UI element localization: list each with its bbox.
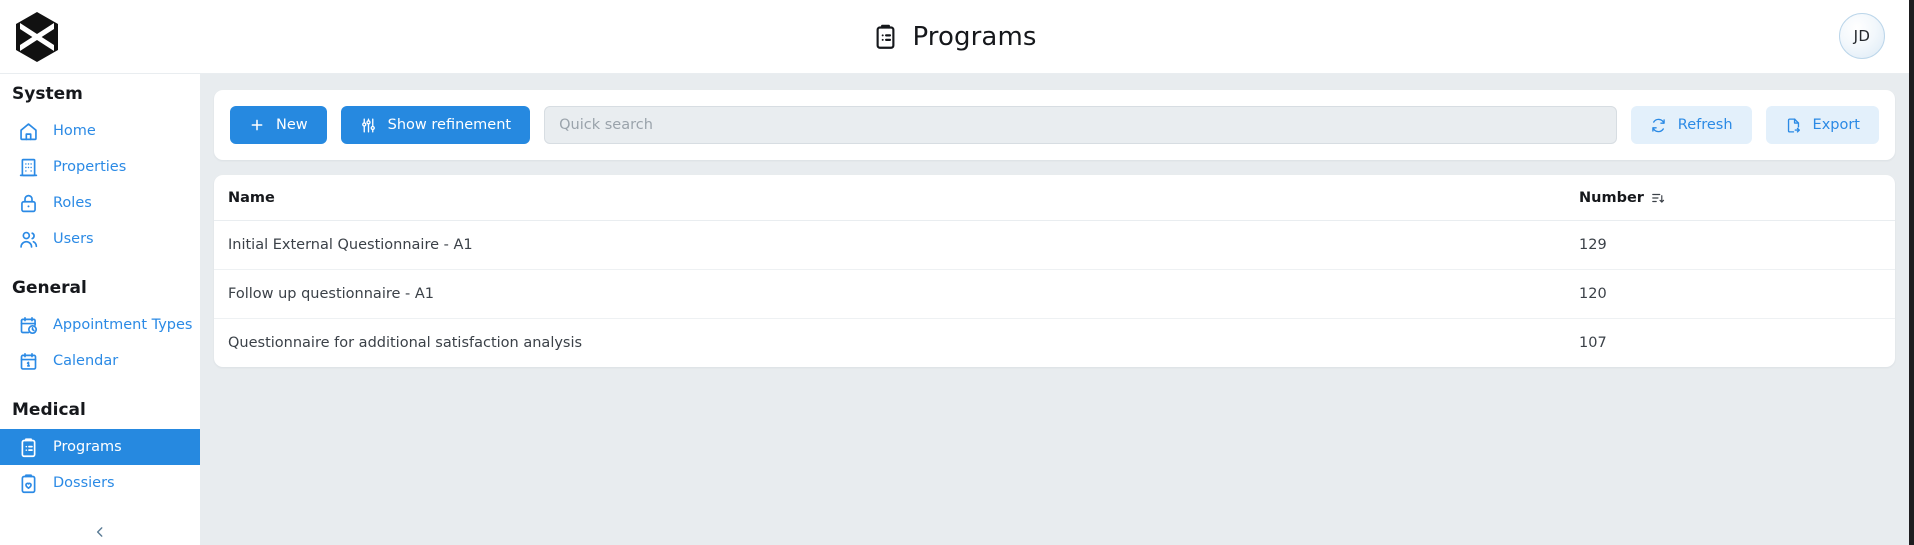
sidebar-item-label: Home <box>53 123 96 139</box>
clipboard-heart-icon <box>21 473 36 493</box>
sidebar: System Home Properties Roles Users Gener… <box>0 74 200 545</box>
column-header-name-label: Name <box>228 190 275 206</box>
table-row[interactable]: Questionnaire for additional satisfactio… <box>214 319 1895 368</box>
logo-area[interactable] <box>0 11 200 63</box>
plus-icon <box>251 119 263 131</box>
content-area: New Show refinement Quick search Refresh… <box>200 74 1909 545</box>
file-export-icon <box>1787 117 1800 133</box>
refresh-button-label: Refresh <box>1677 117 1733 133</box>
export-button[interactable]: Export <box>1765 106 1879 144</box>
sidebar-collapse-button[interactable] <box>0 517 200 545</box>
app-header: Programs JD <box>0 0 1909 74</box>
cell-name: Initial External Questionnaire - A1 <box>214 220 1565 270</box>
column-header-number-label: Number <box>1579 190 1644 206</box>
nav-group-system: System Home Properties Roles Users <box>0 84 200 257</box>
table-header-row: Name Number <box>214 175 1895 221</box>
cell-number: 129 <box>1565 220 1895 270</box>
users-icon <box>20 231 38 248</box>
cell-number: 107 <box>1579 335 1607 351</box>
show-refinement-button-label: Show refinement <box>387 117 512 133</box>
sidebar-item-properties[interactable]: Properties <box>0 149 200 185</box>
page-title: Programs <box>0 22 1909 52</box>
refresh-button[interactable]: Refresh <box>1630 106 1752 144</box>
sort-descending-icon <box>1652 193 1665 203</box>
new-button-label: New <box>276 117 308 133</box>
refresh-icon <box>1651 118 1665 132</box>
app-window: Programs JD System Home Properties Roles… <box>0 0 1914 545</box>
sidebar-item-label: Appointment Types <box>53 317 193 333</box>
nav-group-medical: Medical Programs Dossiers <box>0 400 200 501</box>
sidebar-item-users[interactable]: Users <box>0 221 200 257</box>
sidebar-item-label: Calendar <box>53 353 119 369</box>
nav-group-title-system: System <box>12 84 83 104</box>
table-head: Name Number <box>214 175 1895 221</box>
sidebar-item-label: Programs <box>53 439 122 455</box>
clipboard-list-icon <box>21 437 36 457</box>
nav-group-title-medical: Medical <box>12 400 86 420</box>
sidebar-item-calendar[interactable]: Calendar <box>0 343 200 379</box>
sidebar-item-roles[interactable]: Roles <box>0 185 200 221</box>
sidebar-item-label: Properties <box>53 159 127 175</box>
column-header-name[interactable]: Name <box>214 175 1565 221</box>
building-icon <box>19 158 38 176</box>
cell-number: 120 <box>1565 269 1895 319</box>
export-button-label: Export <box>1812 117 1860 133</box>
sidebar-item-home[interactable]: Home <box>0 113 200 149</box>
avatar-initials: JD <box>1853 27 1871 45</box>
table-row[interactable]: Initial External Questionnaire - A1 129 <box>214 220 1895 270</box>
programs-table-card: Name Number Initial External Questionnai… <box>214 175 1895 367</box>
cell-name: Follow up questionnaire - A1 <box>214 269 1565 319</box>
table-row[interactable]: Follow up questionnaire - A1 120 <box>214 269 1895 319</box>
sidebar-item-programs[interactable]: Programs <box>0 429 200 465</box>
search-input[interactable] <box>544 106 1617 144</box>
page-title-text: Programs <box>912 21 1037 52</box>
nav-group-general: General Appointment Types Calendar <box>0 278 200 379</box>
chevron-left-icon <box>96 527 103 537</box>
sidebar-item-label: Roles <box>53 195 92 211</box>
sidebar-item-label: Dossiers <box>53 475 115 491</box>
app-body: System Home Properties Roles Users Gener… <box>0 74 1909 545</box>
new-button[interactable]: New <box>230 106 327 144</box>
cell-name: Questionnaire for additional satisfactio… <box>228 335 583 351</box>
nav-group-title-general: General <box>12 278 87 298</box>
sidebar-item-dossiers[interactable]: Dossiers <box>0 465 200 501</box>
clipboard-list-icon <box>877 24 895 49</box>
hexagon-x-logo <box>16 11 58 62</box>
column-header-number[interactable]: Number <box>1565 175 1895 221</box>
toolbar: New Show refinement Quick search Refresh… <box>214 90 1895 160</box>
show-refinement-button[interactable]: Show refinement <box>340 106 531 144</box>
lock-icon <box>21 194 36 212</box>
home-icon <box>20 122 37 140</box>
sliders-icon <box>361 117 375 133</box>
calendar-clock-icon <box>20 316 38 334</box>
avatar[interactable]: JD <box>1839 13 1885 59</box>
table-body: Initial External Questionnaire - A1 129 … <box>214 220 1895 368</box>
content-filler <box>214 367 1895 545</box>
programs-table: Name Number Initial External Questionnai… <box>214 175 1895 367</box>
sidebar-item-appointment-types[interactable]: Appointment Types <box>0 307 200 343</box>
sidebar-item-label: Users <box>53 231 94 247</box>
calendar-icon <box>20 352 37 370</box>
